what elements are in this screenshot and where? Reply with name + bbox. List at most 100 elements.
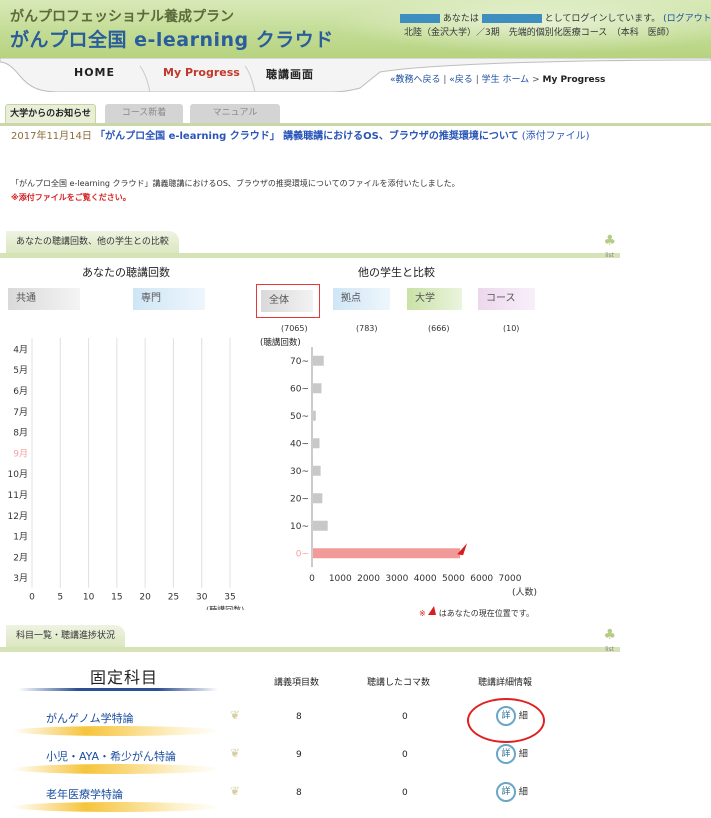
x-tick-label: 5000 <box>442 574 465 584</box>
detail-button[interactable]: 詳 細 <box>496 744 528 764</box>
breadcrumb-back[interactable]: «戻る <box>449 75 473 85</box>
x-tick-label: 35 <box>224 593 235 603</box>
list-label: list <box>605 252 614 259</box>
tab-course-new[interactable]: コース新着 <box>105 104 183 123</box>
user-course-info: 北陸（金沢大学）／3期 先端的個別化医療コース （本科 医師） <box>404 28 675 38</box>
tab-manual[interactable]: マニュアル <box>190 104 280 123</box>
section-rule <box>0 647 620 652</box>
notice-title-link[interactable]: 「がんプロ全国 e-learning クラウド」 講義聴講におけるOS、ブラウザ… <box>95 131 519 142</box>
bar <box>313 383 322 394</box>
leaf-icon: ❦ <box>230 746 241 760</box>
tab-university-notice[interactable]: 大学からのお知らせ <box>5 104 96 123</box>
login-suffix: としてログインしています。 <box>544 14 661 24</box>
toggle-specialty[interactable]: 専門 <box>133 288 205 310</box>
notice-attachment-link[interactable]: (添付ファイル) <box>522 131 590 142</box>
watched-count: 0 <box>402 788 408 798</box>
compare-chart: (聴講回数) 0 1000 2000 3000 4000 5000 6000 7000 70~ 60… <box>260 337 537 598</box>
x-tick-label: 4000 <box>414 574 437 584</box>
y-tick-label: 5月 <box>13 365 28 376</box>
section-header-subjects: 科目一覧・聴講進捗状況 ♣ list <box>0 625 620 655</box>
x-tick-label: 20 <box>139 593 151 603</box>
fixed-subjects-title: 固定科目 <box>90 668 159 687</box>
section-rule <box>0 253 620 258</box>
nav-home[interactable]: HOME <box>74 66 115 79</box>
breadcrumb-back-office[interactable]: «教務へ戻る <box>390 75 441 85</box>
brush-stroke <box>12 764 222 774</box>
watched-count: 0 <box>402 712 408 722</box>
masked-user-id <box>481 14 542 23</box>
y-tick-label: 2月 <box>13 552 28 563</box>
toggle-course[interactable]: コース <box>478 288 535 310</box>
leaf-icon: ❦ <box>230 708 241 722</box>
x-tick-label: 0 <box>309 574 315 584</box>
compare-title: 他の学生と比較 <box>358 266 435 279</box>
legend-note: ※ はあなたの現在位置です。 <box>419 606 534 619</box>
table-row: 小児・AYA・希少がん特論 ❦ 9 0 詳 細 <box>0 744 620 780</box>
item-count: 8 <box>296 712 302 722</box>
list-label: list <box>605 646 614 653</box>
x-tick-label: 2000 <box>357 574 380 584</box>
x-tick-label: 3000 <box>385 574 408 584</box>
toggle-base[interactable]: 拠点 <box>333 288 390 310</box>
x-axis-unit: (人数) <box>512 586 537 598</box>
item-count: 8 <box>296 788 302 798</box>
detail-button[interactable]: 詳 細 <box>496 782 528 802</box>
bar <box>313 438 320 449</box>
y-tick-label: 9月 <box>13 448 28 459</box>
login-info: あなたは としてログインしています。 (ログアウト) <box>400 11 711 24</box>
breadcrumb-student-home[interactable]: 学生 ホーム <box>482 75 530 85</box>
breadcrumb-current: My Progress <box>542 75 606 85</box>
item-count: 9 <box>296 750 302 760</box>
notice-warning: ※添付ファイルをご覧ください。 <box>11 193 131 202</box>
highlight-circle <box>467 698 545 743</box>
toggle-all-label: 全体 <box>261 290 313 312</box>
site-title[interactable]: がんプロ全国 e-learning クラウド <box>10 25 334 52</box>
y-tick-label: 7月 <box>13 407 28 418</box>
x-tick-label: 15 <box>111 593 122 603</box>
my-views-chart: 0 5 10 15 20 25 30 35 4月 5月 6月 7月 8月 9月 10月 11月 12月 1月 2月 3… <box>8 338 244 610</box>
x-tick-label: 5 <box>57 593 63 603</box>
y-tick-label: 0~ <box>296 549 309 559</box>
section-title: あなたの聴講回数、他の学生との比較 <box>6 231 179 253</box>
notice-date: 2017年11月14日 <box>11 131 92 142</box>
bar <box>313 548 461 559</box>
tabs-divider <box>0 123 711 126</box>
toggle-common[interactable]: 共通 <box>8 288 80 310</box>
logout-link[interactable]: (ログアウト) <box>663 14 711 24</box>
x-tick-label: 1000 <box>329 574 352 584</box>
x-tick-label: 7000 <box>499 574 522 584</box>
nav-lecture[interactable]: 聴講画面 <box>266 66 314 82</box>
bar <box>313 520 328 531</box>
leaf-icon: ❦ <box>230 784 241 798</box>
y-tick-label: 60~ <box>290 384 309 394</box>
sprout-icon: ♣ <box>603 627 616 643</box>
magnifier-icon: 詳 <box>496 744 516 764</box>
section-header-compare: あなたの聴講回数、他の学生との比較 ♣ list <box>0 231 620 261</box>
toggle-university[interactable]: 大学 <box>407 288 462 310</box>
legend-marker-icon: ※ <box>419 609 426 618</box>
y-tick-label: 50~ <box>290 412 309 422</box>
notice-headline: 2017年11月14日 「がんプロ全国 e-learning クラウド」 講義聴… <box>11 129 611 145</box>
subject-link[interactable]: 小児・AYA・希少がん特論 <box>46 748 176 764</box>
title-underline <box>18 688 218 691</box>
y-tick-label: 70~ <box>290 357 309 367</box>
site-subtitle: がんプロフェッショナル養成プラン <box>10 9 234 25</box>
y-tick-label: 3月 <box>13 573 28 584</box>
y-tick-label: 11月 <box>8 490 28 501</box>
section-title: 科目一覧・聴講進捗状況 <box>6 625 126 647</box>
table-row: 老年医療学特論 ❦ 8 0 詳 細 <box>0 782 620 818</box>
x-tick-label: 10 <box>83 593 95 603</box>
detail-label: 細 <box>518 749 528 760</box>
login-prefix: あなたは <box>442 14 479 24</box>
subject-link[interactable]: がんゲノム学特論 <box>46 710 134 726</box>
watched-count: 0 <box>402 750 408 760</box>
breadcrumb: «教務へ戻る | «戻る | 学生 ホーム > My Progress <box>390 72 605 85</box>
y-tick-label: 30~ <box>290 467 309 477</box>
brush-stroke <box>12 726 222 736</box>
nav-my-progress[interactable]: My Progress <box>163 66 240 79</box>
y-tick-label: 6月 <box>13 386 28 397</box>
toggle-all-selected[interactable]: 全体 <box>256 284 320 318</box>
y-tick-label: 8月 <box>13 428 28 439</box>
position-marker-icon <box>428 606 437 615</box>
column-header-items: 講義項目数 <box>274 678 320 688</box>
